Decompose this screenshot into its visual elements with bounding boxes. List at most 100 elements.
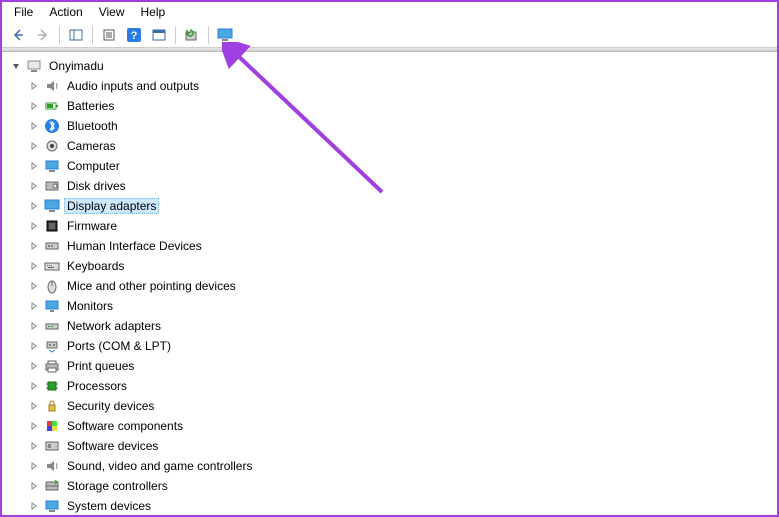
expand-icon[interactable] [28, 120, 40, 132]
expand-icon[interactable] [28, 440, 40, 452]
toolbar: ? [2, 22, 777, 48]
tree-item[interactable]: Storage controllers [10, 476, 769, 496]
menu-view[interactable]: View [91, 3, 133, 21]
tree-item[interactable]: Monitors [10, 296, 769, 316]
forward-button[interactable] [31, 24, 55, 46]
scan-hardware-button[interactable] [213, 24, 237, 46]
expand-icon[interactable] [28, 140, 40, 152]
tree-item[interactable]: Security devices [10, 396, 769, 416]
expand-icon[interactable] [28, 220, 40, 232]
tree-item[interactable]: Audio inputs and outputs [10, 76, 769, 96]
tree-item[interactable]: Computer [10, 156, 769, 176]
expand-icon[interactable] [28, 420, 40, 432]
expand-icon[interactable] [28, 340, 40, 352]
expand-icon[interactable] [28, 500, 40, 512]
back-button[interactable] [6, 24, 30, 46]
hid-icon [44, 238, 60, 254]
tree-item-label: Cameras [64, 138, 119, 154]
window-icon [151, 27, 167, 43]
tree-item-label: Keyboards [64, 258, 127, 274]
tree-item[interactable]: Ports (COM & LPT) [10, 336, 769, 356]
tree-item-label: Bluetooth [64, 118, 121, 134]
security-icon [44, 398, 60, 414]
tree-item[interactable]: Bluetooth [10, 116, 769, 136]
collapse-icon[interactable] [10, 60, 22, 72]
menu-action[interactable]: Action [41, 3, 90, 21]
tree-item[interactable]: Firmware [10, 216, 769, 236]
expand-icon[interactable] [28, 240, 40, 252]
tree-item[interactable]: Print queues [10, 356, 769, 376]
menu-bar: File Action View Help [2, 2, 777, 22]
expand-icon[interactable] [28, 300, 40, 312]
port-icon [44, 338, 60, 354]
firmware-icon [44, 218, 60, 234]
computer-icon [44, 158, 60, 174]
tree-item[interactable]: Disk drives [10, 176, 769, 196]
mouse-icon [44, 278, 60, 294]
tree-item-label: Processors [64, 378, 130, 394]
expand-icon[interactable] [28, 400, 40, 412]
tree-item-label: Firmware [64, 218, 120, 234]
expand-icon[interactable] [28, 180, 40, 192]
bluetooth-icon [44, 118, 60, 134]
tree-item[interactable]: Processors [10, 376, 769, 396]
tree-item[interactable]: Display adapters [10, 196, 769, 216]
expand-icon[interactable] [28, 480, 40, 492]
tree-item[interactable]: Batteries [10, 96, 769, 116]
tree-item-label: Display adapters [64, 198, 159, 214]
tree-pane-icon [68, 27, 84, 43]
tree-item[interactable]: Cameras [10, 136, 769, 156]
storage-icon [44, 478, 60, 494]
expand-icon[interactable] [28, 280, 40, 292]
tree-item-label: Monitors [64, 298, 116, 314]
tree-item-label: System devices [64, 498, 154, 513]
properties-button[interactable] [97, 24, 121, 46]
update-driver-button[interactable] [180, 24, 204, 46]
tree-item-label: Disk drives [64, 178, 129, 194]
network-icon [44, 318, 60, 334]
toolbar-separator [92, 26, 93, 44]
tree-item-label: Software components [64, 418, 186, 434]
tree-item-label: Network adapters [64, 318, 164, 334]
expand-icon[interactable] [28, 100, 40, 112]
expand-icon[interactable] [28, 380, 40, 392]
tree-item[interactable]: Sound, video and game controllers [10, 456, 769, 476]
tree-item[interactable]: Mice and other pointing devices [10, 276, 769, 296]
system-icon [44, 498, 60, 513]
menu-help[interactable]: Help [133, 3, 174, 21]
tree-item-label: Sound, video and game controllers [64, 458, 255, 474]
tree-root[interactable]: Onyimadu [10, 56, 769, 76]
audio-icon [44, 78, 60, 94]
tree-item-label: Computer [64, 158, 123, 174]
display-icon [44, 198, 60, 214]
monitor-icon [44, 298, 60, 314]
tree-item[interactable]: Network adapters [10, 316, 769, 336]
console-tree-button[interactable] [64, 24, 88, 46]
tree-item[interactable]: Human Interface Devices [10, 236, 769, 256]
expand-icon[interactable] [28, 200, 40, 212]
menu-file[interactable]: File [6, 3, 41, 21]
tree-root-label: Onyimadu [46, 58, 107, 74]
tree-item[interactable]: Keyboards [10, 256, 769, 276]
tree-item[interactable]: Software devices [10, 436, 769, 456]
camera-icon [44, 138, 60, 154]
toolbar-separator [59, 26, 60, 44]
arrow-right-icon [35, 27, 51, 43]
show-hidden-button[interactable] [147, 24, 171, 46]
svg-text:?: ? [131, 30, 138, 42]
expand-icon[interactable] [28, 80, 40, 92]
tree-item[interactable]: Software components [10, 416, 769, 436]
expand-icon[interactable] [28, 260, 40, 272]
toolbar-separator [208, 26, 209, 44]
monitor-scan-icon [217, 27, 233, 43]
expand-icon[interactable] [28, 360, 40, 372]
expand-icon[interactable] [28, 320, 40, 332]
tree-item[interactable]: System devices [10, 496, 769, 513]
help-button[interactable]: ? [122, 24, 146, 46]
swcomp-icon [44, 418, 60, 434]
expand-icon[interactable] [28, 460, 40, 472]
battery-icon [44, 98, 60, 114]
expand-icon[interactable] [28, 160, 40, 172]
properties-icon [101, 27, 117, 43]
keyboard-icon [44, 258, 60, 274]
